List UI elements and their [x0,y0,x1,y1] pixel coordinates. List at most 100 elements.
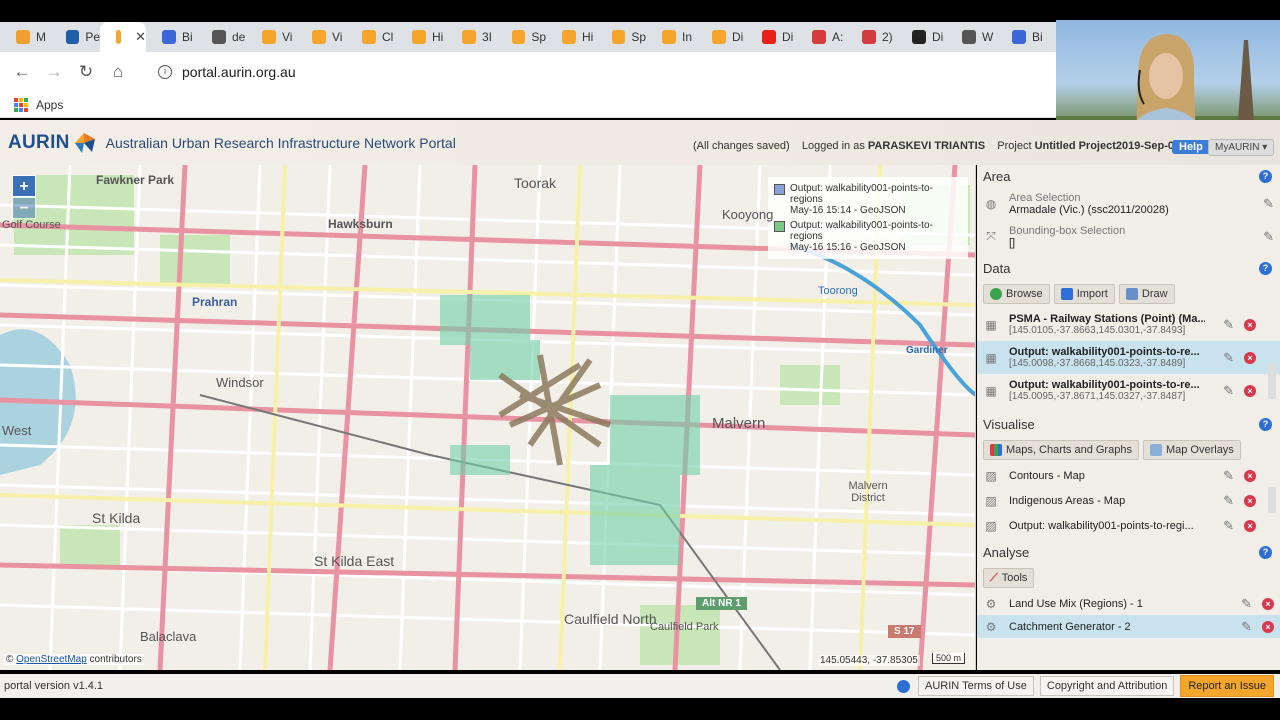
remove-icon[interactable]: × [1244,384,1256,397]
browser-tab[interactable]: ✕ [100,22,146,52]
home-icon[interactable]: ⌂ [102,62,134,82]
help-button[interactable]: Help [1172,140,1210,154]
visualise-scrollbar[interactable] [1268,487,1276,513]
help-icon[interactable] [897,679,910,693]
remove-icon[interactable]: × [1262,597,1274,610]
browse-button[interactable]: Browse [983,284,1050,304]
browser-tab[interactable]: M [0,22,50,52]
browser-tab[interactable]: W [946,22,996,52]
address-bar[interactable]: i portal.aurin.org.au [148,57,1008,87]
wrench-icon[interactable]: ✎ [1223,317,1234,333]
bbox-selection-row[interactable]: ⤧ Bounding-box Selection [] ✎ [977,220,1280,253]
tab-label: Vi [332,30,343,44]
browser-tab[interactable]: Di [896,22,946,52]
data-section-header: Data ? [977,257,1280,279]
browser-tab[interactable]: 2) [846,22,896,52]
visualisation-label: Contours - Map [1009,469,1085,482]
scale-bar: 500 m [932,653,966,664]
maps-charts-graphs-button[interactable]: Maps, Charts and Graphs [983,440,1139,460]
browser-tab[interactable]: Sp [596,22,646,52]
browser-tab[interactable]: Di [746,22,796,52]
gear-icon: ⚙ [985,596,997,611]
myaurin-button[interactable]: MyAURIN ▾ [1208,139,1275,156]
dataset-row[interactable]: ▦ Output: walkability001-points-to-re...[… [977,374,1280,407]
browser-tab[interactable]: Pe [50,22,100,52]
browser-tab[interactable]: A: [796,22,846,52]
browser-tab[interactable]: Hi [546,22,596,52]
table-icon: ▦ [985,350,997,365]
wrench-icon[interactable]: ✎ [1223,383,1234,399]
wrench-icon[interactable]: ✎ [1223,468,1234,484]
tab-label: 3I [482,30,493,44]
bottom-black-bar [0,698,1280,720]
zoom-in-button[interactable]: + [12,175,36,197]
remove-icon[interactable]: × [1244,469,1256,482]
wrench-icon[interactable]: ✎ [1241,619,1252,635]
site-info-icon[interactable]: i [158,65,172,79]
analysis-row[interactable]: ⚙ Catchment Generator - 2 ✎ × [977,615,1280,638]
legend-swatch [774,184,785,195]
wrench-icon[interactable]: ✎ [1241,596,1252,612]
remove-icon[interactable]: × [1262,620,1274,633]
import-icon [1060,288,1073,300]
map-view[interactable]: + − Output: walkability001-points-to-reg… [0,165,976,670]
help-icon[interactable]: ? [1259,261,1272,275]
visualisation-row[interactable]: ▨ Indigenous Areas - Map ✎ × [977,488,1280,513]
wrench-icon[interactable]: ✎ [1263,229,1274,245]
tab-label: Hi [432,30,444,44]
visualisation-row[interactable]: ▨ Contours - Map ✎ × [977,463,1280,488]
tab-label: Di [932,30,944,44]
zoom-out-button[interactable]: − [12,197,36,219]
remove-icon[interactable]: × [1244,351,1256,364]
help-icon[interactable]: ? [1259,169,1272,183]
map-overlays-button[interactable]: Map Overlays [1142,440,1241,460]
browser-tab[interactable]: In [646,22,696,52]
legend-label: Output: walkability001-points-to-regions [790,183,933,205]
apps-bookmark[interactable]: Apps [36,98,63,112]
tab-label: Bi [1032,30,1043,44]
tab-favicon-icon [762,30,776,44]
help-icon[interactable]: ? [1259,417,1272,431]
browser-tab[interactable]: Bi [996,22,1046,52]
remove-icon[interactable]: × [1244,494,1256,507]
osm-link[interactable]: OpenStreetMap [16,654,87,665]
browser-tab[interactable]: Vi [246,22,296,52]
dataset-row[interactable]: ▦ PSMA - Railway Stations (Point) (Ma...[… [977,308,1280,341]
browser-tab[interactable]: Cl [346,22,396,52]
browser-tab[interactable]: 3I [446,22,496,52]
help-icon[interactable]: ? [1259,545,1272,559]
close-tab-icon[interactable]: ✕ [135,29,146,45]
report-issue-button[interactable]: Report an Issue [1180,675,1274,697]
import-button[interactable]: Import [1053,284,1115,304]
browser-tab[interactable]: Sp [496,22,546,52]
browser-tab[interactable]: Hi [396,22,446,52]
browser-tab[interactable]: Bi [146,22,196,52]
browser-tab[interactable]: de [196,22,246,52]
wrench-icon[interactable]: ✎ [1223,493,1234,509]
dataset-row[interactable]: ▦ Output: walkability001-points-to-re...[… [977,341,1280,374]
data-scrollbar[interactable] [1268,363,1276,399]
area-selection-value: Armadale (Vic.) (ssc2011/20028) [1009,203,1169,216]
wrench-icon[interactable]: ✎ [1223,518,1234,534]
wrench-icon[interactable]: ✎ [1263,196,1274,212]
apps-grid-icon[interactable] [14,97,28,112]
area-selection-row[interactable]: ◍ Area Selection Armadale (Vic.) (ssc201… [977,187,1280,220]
visualisation-row[interactable]: ▨ Output: walkability001-points-to-regi..… [977,513,1280,538]
analysis-row[interactable]: ⚙ Land Use Mix (Regions) - 1 ✎ × [977,592,1280,615]
browser-tab[interactable]: Di [696,22,746,52]
copyright-button[interactable]: Copyright and Attribution [1039,676,1175,696]
forward-icon[interactable]: → [38,62,70,82]
browser-tab[interactable]: Vi [296,22,346,52]
terms-button[interactable]: AURIN Terms of Use [918,676,1034,696]
back-icon[interactable]: ← [6,62,38,82]
remove-icon[interactable]: × [1244,318,1256,331]
overlay-icon [1149,444,1162,456]
user-name: PARASKEVI TRIANTIS [867,140,986,152]
reload-icon[interactable]: ↻ [70,62,102,82]
wrench-icon[interactable]: ✎ [1223,350,1234,366]
tools-button[interactable]: ⟋ Tools [983,568,1035,588]
draw-button[interactable]: Draw [1118,284,1175,304]
visualisation-label: Indigenous Areas - Map [1009,494,1126,507]
remove-icon[interactable]: × [1244,519,1256,532]
aurin-logo[interactable]: AURIN [8,130,98,156]
